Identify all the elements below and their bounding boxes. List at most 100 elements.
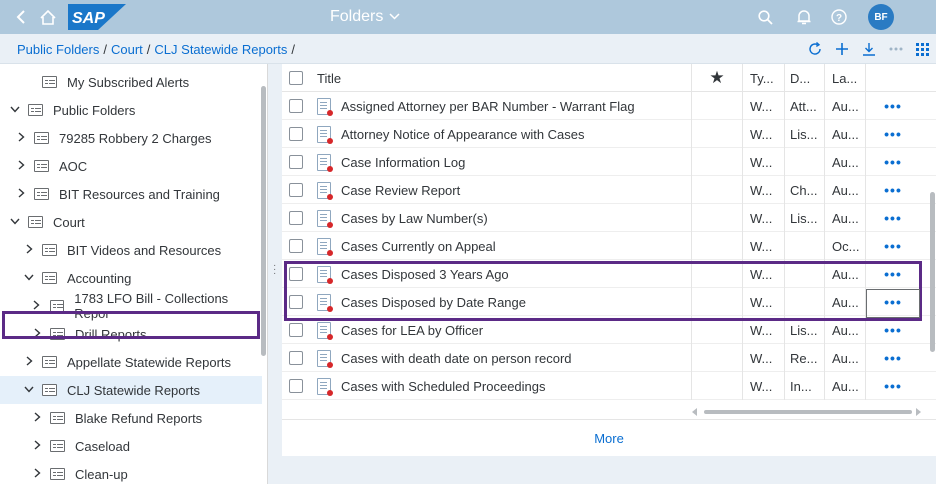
row-actions-icon[interactable]: ••• [866, 260, 920, 288]
table-row[interactable]: Case Information Log W... Au... ••• [282, 148, 936, 176]
chevron-right-icon[interactable] [14, 131, 28, 145]
chevron-right-icon[interactable] [30, 299, 44, 313]
search-icon[interactable] [752, 0, 778, 34]
tree-item-label: 1783 LFO Bill - Collections Repor [74, 291, 229, 321]
column-header-last-modified[interactable]: La... [832, 64, 864, 92]
row-actions-icon[interactable]: ••• [866, 316, 920, 344]
row-actions-icon[interactable]: ••• [866, 372, 920, 400]
breadcrumb-link[interactable]: CLJ Statewide Reports [154, 42, 287, 57]
row-checkbox[interactable] [289, 99, 303, 113]
chevron-down-icon[interactable] [22, 272, 36, 284]
chevron-right-icon[interactable] [22, 355, 36, 369]
row-checkbox[interactable] [289, 183, 303, 197]
tree-item[interactable]: AOC [0, 152, 262, 180]
chevron-right-icon[interactable] [30, 439, 44, 453]
table-row[interactable]: Cases Disposed by Date Range W... Au... ••• [282, 288, 936, 316]
row-actions-icon[interactable]: ••• [866, 232, 920, 260]
refresh-icon[interactable] [801, 34, 828, 64]
table-row[interactable]: Cases Disposed 3 Years Ago W... Au... ••• [282, 260, 936, 288]
row-actions-icon[interactable]: ••• [866, 344, 920, 372]
chevron-right-icon[interactable] [14, 159, 28, 173]
tree-item[interactable]: Caseload [0, 432, 262, 460]
avatar[interactable]: BF [868, 4, 894, 30]
report-title[interactable]: Case Review Report [317, 176, 687, 204]
shell-title-menu[interactable]: Folders [330, 0, 400, 34]
chevron-down-icon[interactable] [22, 384, 36, 396]
bell-icon[interactable] [791, 0, 817, 34]
row-checkbox[interactable] [289, 127, 303, 141]
tree-item[interactable]: Clean-up [0, 460, 262, 484]
row-checkbox[interactable] [289, 323, 303, 337]
row-actions-icon[interactable]: ••• [866, 148, 920, 176]
row-checkbox[interactable] [289, 155, 303, 169]
column-header-title[interactable]: Title [317, 64, 687, 92]
row-checkbox[interactable] [289, 379, 303, 393]
report-title[interactable]: Cases with death date on person record [317, 344, 687, 372]
row-checkbox[interactable] [289, 295, 303, 309]
home-icon[interactable] [34, 0, 62, 34]
table-row[interactable]: Cases with Scheduled Proceedings W... In..… [282, 372, 936, 400]
breadcrumb-link[interactable]: Public Folders [17, 42, 99, 57]
row-actions-icon[interactable]: ••• [866, 120, 920, 148]
add-icon[interactable] [828, 34, 855, 64]
report-title[interactable]: Cases Disposed by Date Range [317, 288, 687, 316]
tree-item[interactable]: CLJ Statewide Reports [0, 376, 262, 404]
row-actions-icon[interactable]: ••• [866, 92, 920, 120]
download-icon[interactable] [855, 34, 882, 64]
row-checkbox[interactable] [289, 239, 303, 253]
table-row[interactable]: Assigned Attorney per BAR Number - Warra… [282, 92, 936, 120]
report-title[interactable]: Cases Currently on Appeal [317, 232, 687, 260]
tree-item[interactable]: BIT Resources and Training [0, 180, 262, 208]
report-title[interactable]: Attorney Notice of Appearance with Cases [317, 120, 687, 148]
tree-item[interactable]: Appellate Statewide Reports [0, 348, 262, 376]
help-icon[interactable]: ? [826, 0, 852, 34]
tree-item[interactable]: 79285 Robbery 2 Charges [0, 124, 262, 152]
chevron-down-icon[interactable] [8, 216, 22, 228]
report-title[interactable]: Cases for LEA by Officer [317, 316, 687, 344]
row-actions-icon[interactable]: ••• [866, 176, 920, 204]
tree-item[interactable]: Public Folders [0, 96, 262, 124]
table-vertical-scrollbar[interactable] [930, 92, 935, 397]
table-horizontal-scrollbar[interactable] [282, 405, 936, 417]
column-header-type[interactable]: Ty... [750, 64, 782, 92]
row-checkbox[interactable] [289, 267, 303, 281]
breadcrumb-link[interactable]: Court [111, 42, 143, 57]
chevron-right-icon[interactable] [22, 243, 36, 257]
tree-item[interactable]: BIT Videos and Resources [0, 236, 262, 264]
report-title[interactable]: Assigned Attorney per BAR Number - Warra… [317, 92, 687, 120]
tree-item[interactable]: Court [0, 208, 262, 236]
table-row[interactable]: Cases by Law Number(s) W... Lis... Au... ••• [282, 204, 936, 232]
report-title[interactable]: Cases Disposed 3 Years Ago [317, 260, 687, 288]
more-icon[interactable] [882, 34, 909, 64]
table-row[interactable]: Attorney Notice of Appearance with Cases… [282, 120, 936, 148]
column-header-description[interactable]: D... [790, 64, 822, 92]
favorite-star-icon[interactable]: ★ [692, 64, 742, 92]
table-row[interactable]: Cases Currently on Appeal W... Oc... ••• [282, 232, 936, 260]
chevron-down-icon[interactable] [8, 104, 22, 116]
tree-item[interactable]: Drill Reports [0, 320, 262, 348]
table-row[interactable]: Cases for LEA by Officer W... Lis... Au... •… [282, 316, 936, 344]
row-actions-icon[interactable]: ••• [866, 288, 920, 316]
tree-item[interactable]: 1783 LFO Bill - Collections Repor [0, 291, 262, 321]
chevron-right-icon[interactable] [30, 411, 44, 425]
chevron-right-icon[interactable] [30, 327, 44, 341]
table-row[interactable]: Cases with death date on person record W.… [282, 344, 936, 372]
select-all-checkbox[interactable] [289, 71, 303, 85]
pane-splitter[interactable]: · · · [268, 64, 282, 484]
table-row[interactable]: Case Review Report W... Ch... Au... ••• [282, 176, 936, 204]
more-button[interactable]: More [282, 419, 936, 456]
chevron-right-icon[interactable] [14, 187, 28, 201]
report-title[interactable]: Case Information Log [317, 148, 687, 176]
report-title[interactable]: Cases by Law Number(s) [317, 204, 687, 232]
tree-item[interactable]: Blake Refund Reports [0, 404, 262, 432]
back-icon[interactable] [8, 0, 34, 34]
row-checkbox[interactable] [289, 211, 303, 225]
row-actions-icon[interactable]: ••• [866, 204, 920, 232]
report-title[interactable]: Cases with Scheduled Proceedings [317, 372, 687, 400]
tree-item[interactable]: Accounting [0, 264, 262, 292]
row-checkbox[interactable] [289, 351, 303, 365]
chevron-right-icon[interactable] [30, 467, 44, 481]
tree-item[interactable]: My Subscribed Alerts [0, 68, 262, 96]
grid-icon[interactable] [909, 34, 936, 64]
splitter-grip-icon: · · · [273, 260, 277, 279]
